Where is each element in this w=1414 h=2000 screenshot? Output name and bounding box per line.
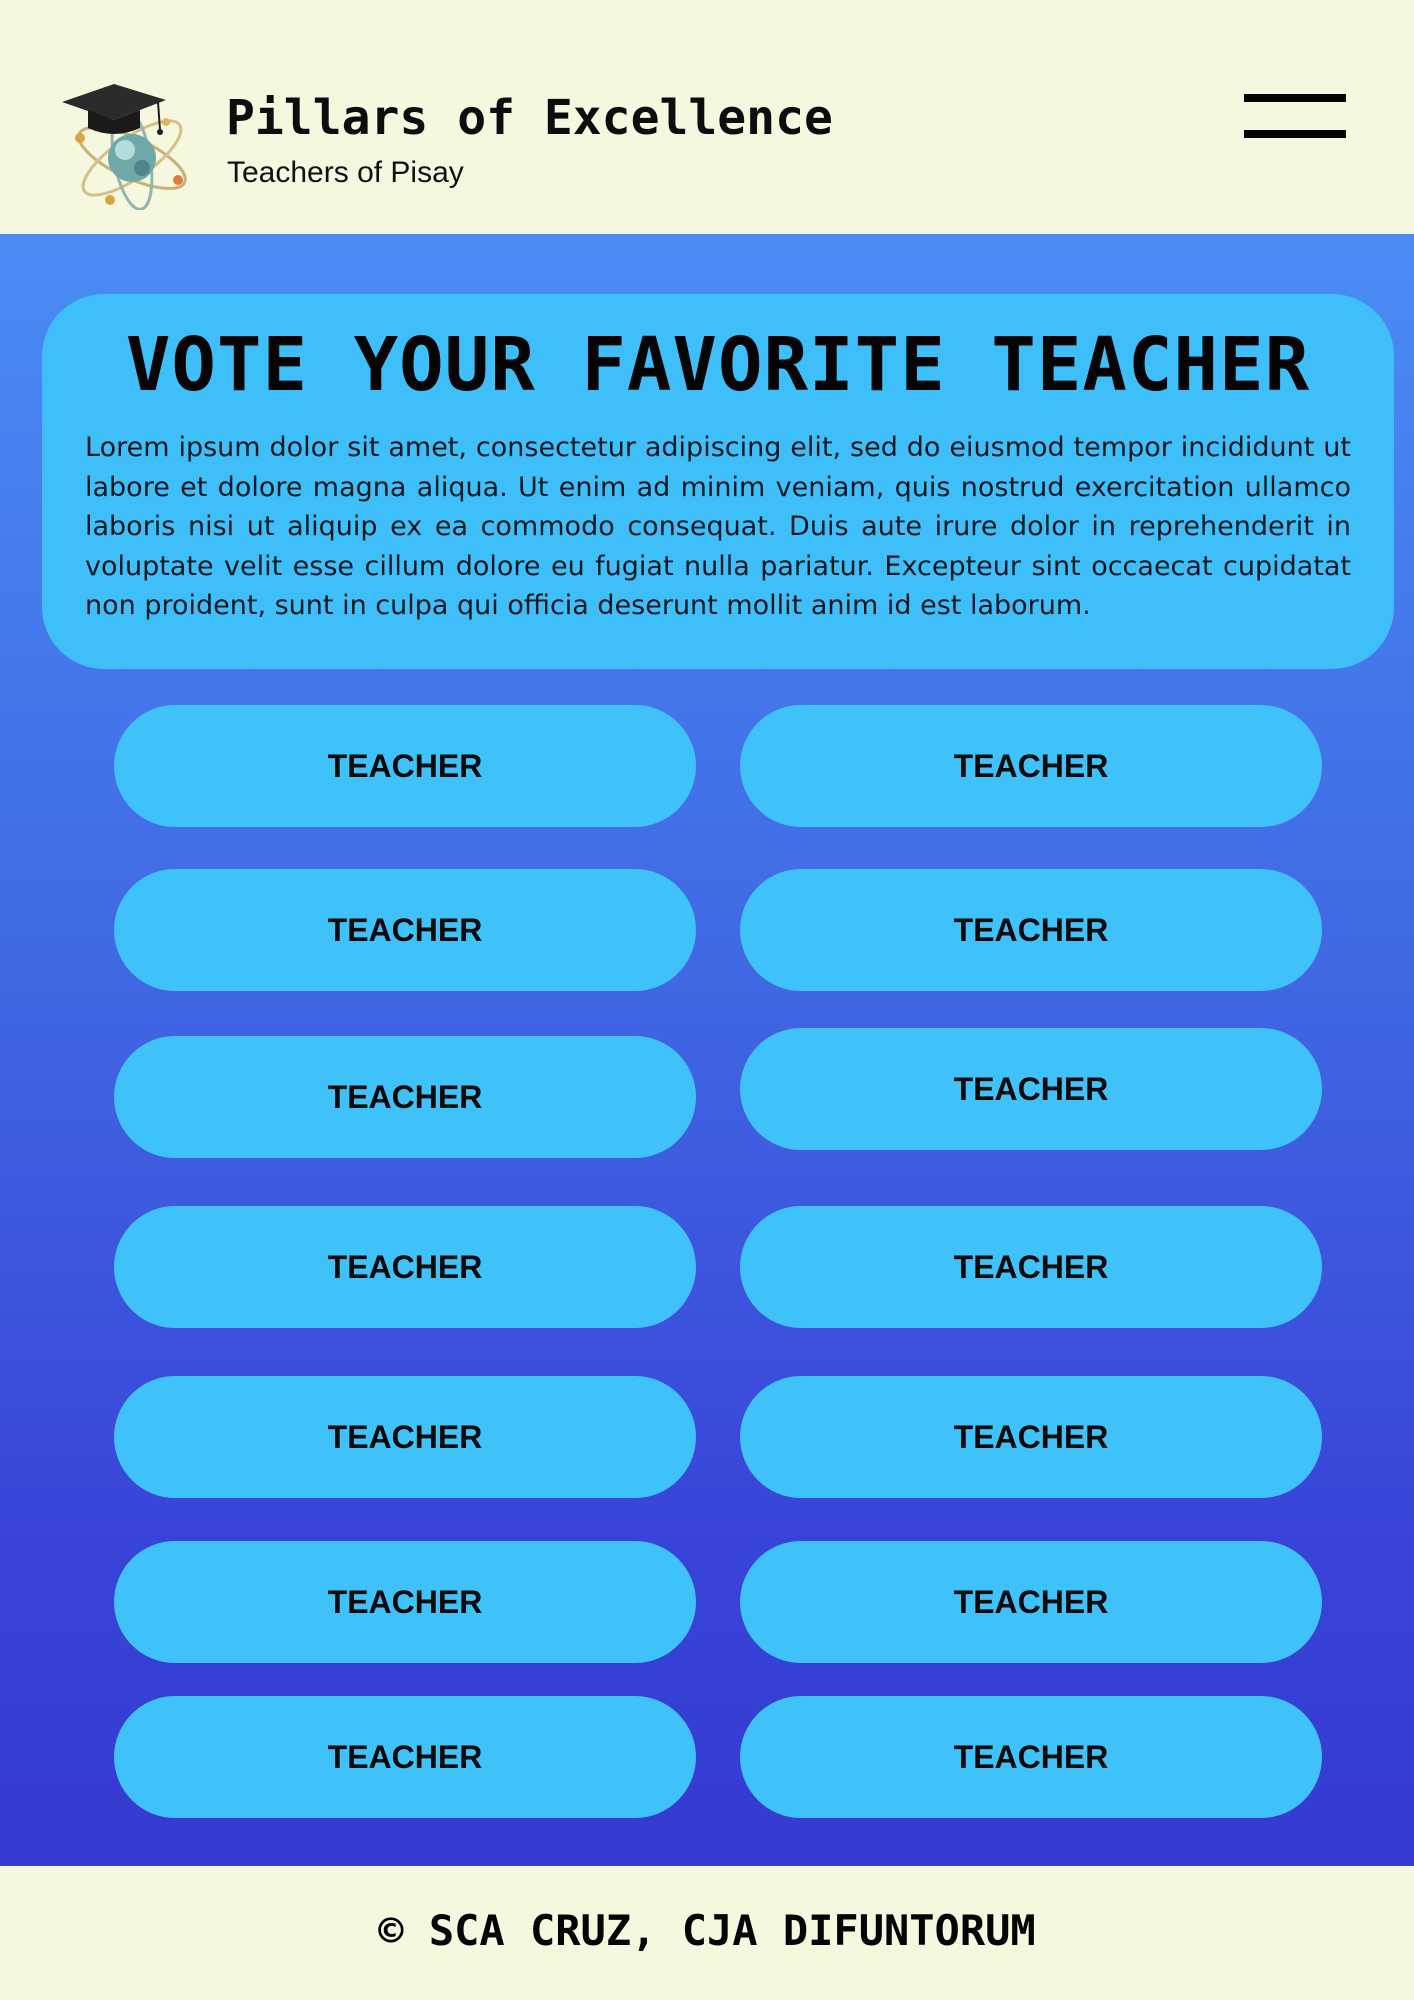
teacher-button-8[interactable]: TEACHER bbox=[740, 1206, 1322, 1328]
teacher-button-4[interactable]: TEACHER bbox=[740, 869, 1322, 991]
teacher-button-11[interactable]: TEACHER bbox=[114, 1541, 696, 1663]
menu-bar-top bbox=[1244, 94, 1346, 102]
site-title: Pillars of Excellence bbox=[226, 90, 833, 146]
footer-credit: © SCA CRUZ, CJA DIFUNTORUM bbox=[378, 1906, 1036, 1955]
vote-heading: VOTE YOUR FAVORITE TEACHER bbox=[125, 322, 1311, 408]
teacher-button-10[interactable]: TEACHER bbox=[740, 1376, 1322, 1498]
site-subtitle: Teachers of Pisay bbox=[227, 156, 464, 189]
intro-paragraph: Lorem ipsum dolor sit amet, consectetur … bbox=[85, 432, 1351, 621]
teacher-button-1[interactable]: TEACHER bbox=[114, 705, 696, 827]
teacher-button-9[interactable]: TEACHER bbox=[114, 1376, 696, 1498]
site-header: Pillars of Excellence Teachers of Pisay bbox=[0, 0, 1414, 234]
teacher-button-3[interactable]: TEACHER bbox=[114, 869, 696, 991]
site-footer: © SCA CRUZ, CJA DIFUNTORUM bbox=[0, 1866, 1414, 2000]
teacher-button-12[interactable]: TEACHER bbox=[740, 1541, 1322, 1663]
teacher-button-6[interactable]: TEACHER bbox=[740, 1028, 1322, 1150]
teacher-button-7[interactable]: TEACHER bbox=[114, 1206, 696, 1328]
teacher-button-13[interactable]: TEACHER bbox=[114, 1696, 696, 1818]
menu-bar-bottom bbox=[1244, 130, 1346, 138]
main-content: VOTE YOUR FAVORITE TEACHER Lorem ipsum d… bbox=[0, 234, 1414, 1866]
intro-card: VOTE YOUR FAVORITE TEACHER Lorem ipsum d… bbox=[42, 294, 1394, 669]
graduation-cap-atom-icon bbox=[62, 80, 202, 211]
teacher-button-5[interactable]: TEACHER bbox=[114, 1036, 696, 1158]
teacher-button-14[interactable]: TEACHER bbox=[740, 1696, 1322, 1818]
teacher-button-2[interactable]: TEACHER bbox=[740, 705, 1322, 827]
hamburger-menu-icon[interactable] bbox=[1244, 94, 1346, 144]
